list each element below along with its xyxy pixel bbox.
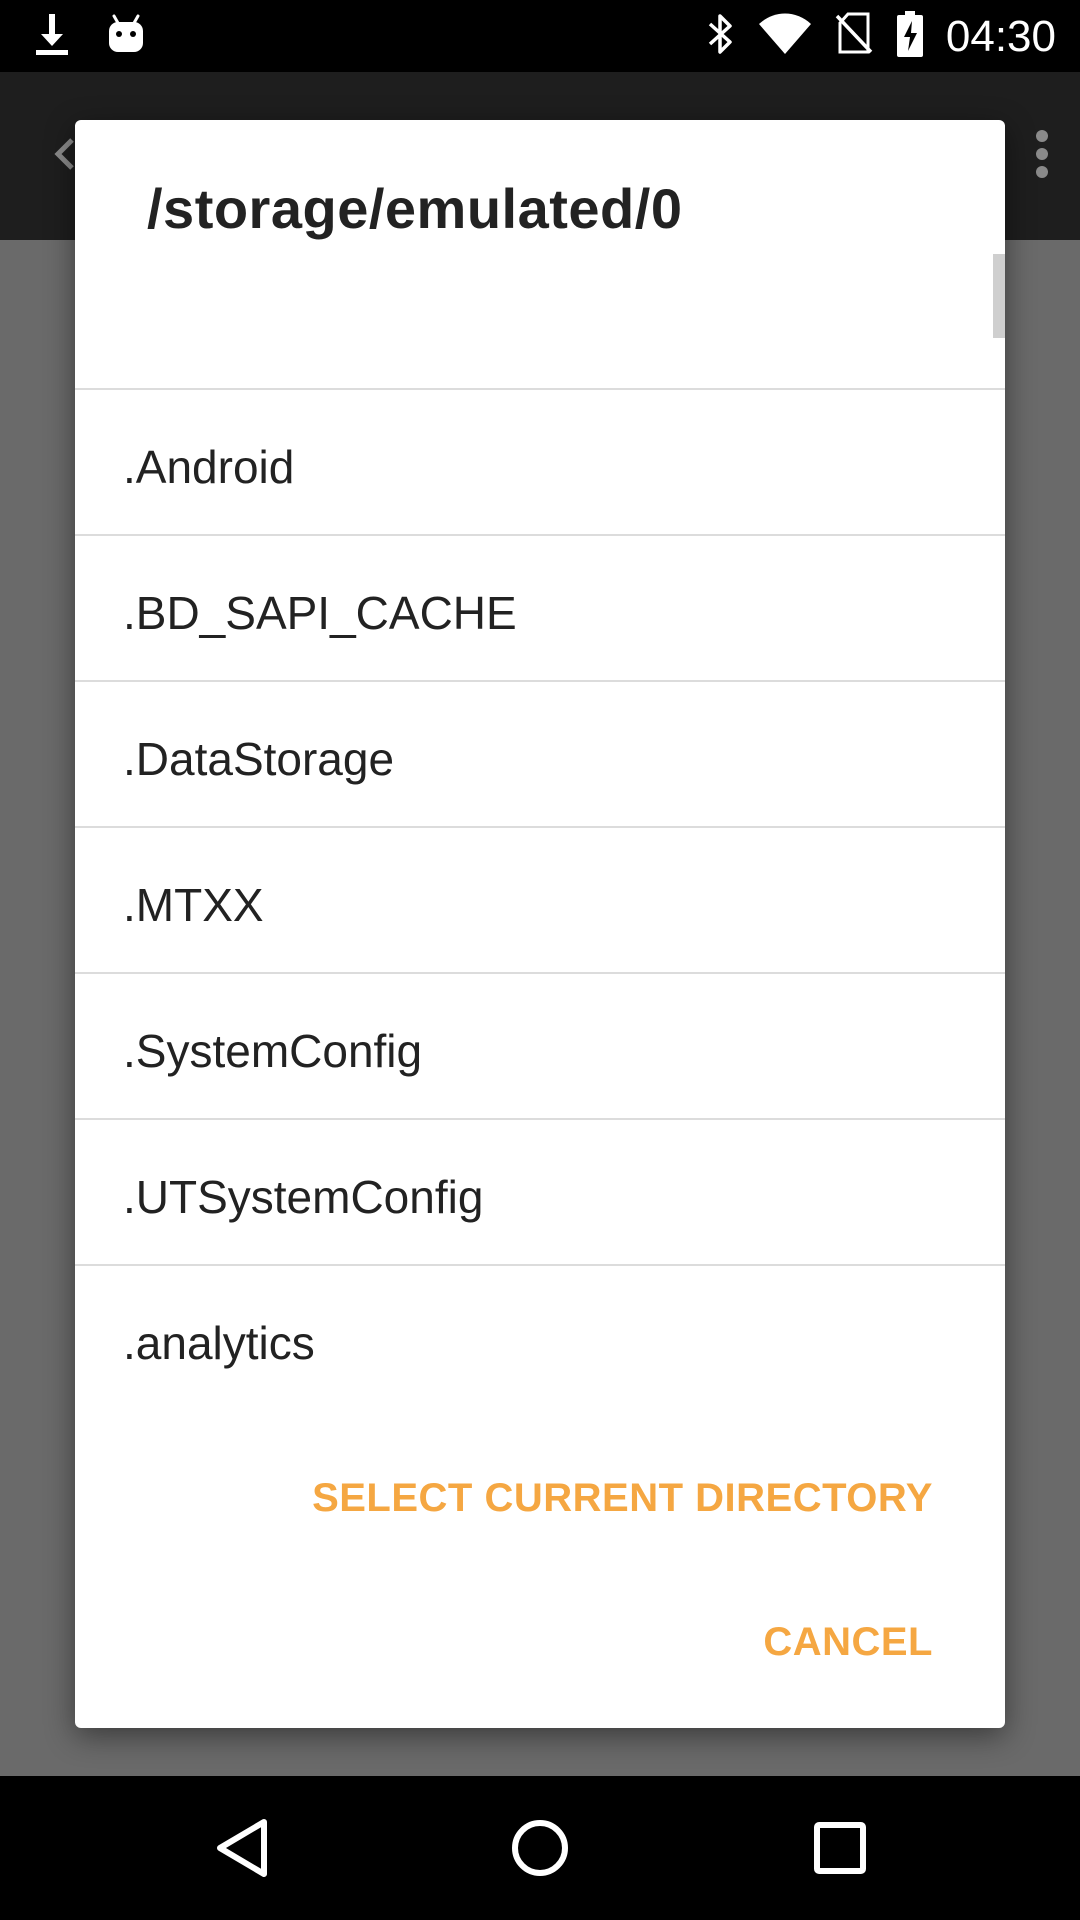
download-icon — [34, 12, 70, 61]
status-bar: 04:30 — [0, 0, 1080, 72]
navigation-bar — [0, 1776, 1080, 1920]
list-item-label: .SystemConfig — [123, 1025, 423, 1077]
cancel-button[interactable]: CANCEL — [763, 1620, 933, 1665]
select-current-directory-button[interactable]: SELECT CURRENT DIRECTORY — [312, 1476, 933, 1521]
list-item[interactable]: .Android — [75, 390, 1005, 536]
list-item[interactable]: .analytics — [75, 1266, 1005, 1412]
list-item-label: .Android — [123, 441, 295, 493]
bluetooth-icon — [706, 10, 736, 63]
recents-icon[interactable] — [812, 1816, 868, 1885]
android-debug-icon — [106, 12, 146, 61]
list-item-parent[interactable]: .. — [75, 374, 1005, 390]
no-sim-icon — [834, 11, 874, 62]
list-item[interactable]: .MTXX — [75, 828, 1005, 974]
list-item[interactable]: .DataStorage — [75, 682, 1005, 828]
dialog-title: /storage/emulated/0 — [147, 177, 683, 240]
list-item[interactable]: .SystemConfig — [75, 974, 1005, 1120]
status-time: 04:30 — [945, 11, 1056, 61]
list-item[interactable]: .BD_SAPI_CACHE — [75, 536, 1005, 682]
list-item-label: .BD_SAPI_CACHE — [123, 587, 517, 639]
overflow-menu-icon — [1034, 128, 1050, 185]
screen: 04:30 /storage/emulated/0 .. .Andro — [0, 0, 1080, 1920]
back-icon[interactable] — [212, 1816, 272, 1885]
wifi-icon — [758, 12, 812, 61]
directory-chooser-dialog: /storage/emulated/0 .. .Android .BD_SAPI… — [75, 120, 1005, 1728]
directory-list: .. .Android .BD_SAPI_CACHE .DataStorage … — [75, 374, 1005, 1526]
battery-charging-icon — [896, 10, 924, 63]
list-item-label: .MTXX — [123, 879, 264, 931]
list-item-label: .DataStorage — [123, 733, 395, 785]
list-item[interactable]: .UTSystemConfig — [75, 1120, 1005, 1266]
list-item-label: .analytics — [123, 1317, 315, 1369]
list-item-label: .UTSystemConfig — [123, 1171, 484, 1223]
home-icon[interactable] — [510, 1816, 570, 1885]
scrollbar[interactable] — [993, 254, 1005, 338]
